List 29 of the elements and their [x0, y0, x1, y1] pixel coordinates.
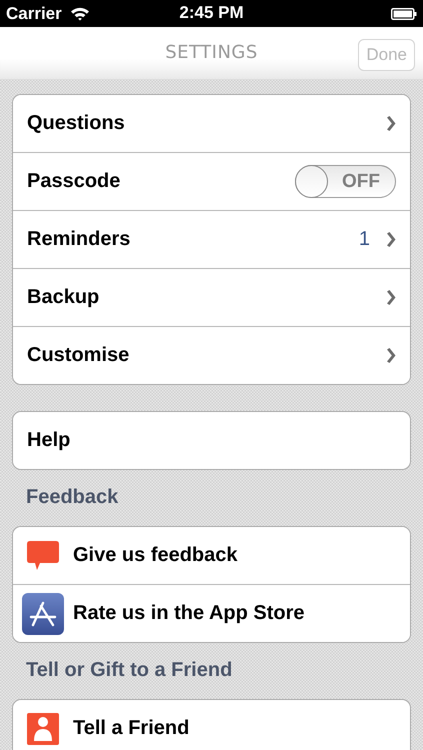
speech-bubble-icon	[27, 540, 59, 570]
chevron-icon	[386, 348, 396, 363]
settings-row[interactable]: Rate us in the App Store	[13, 584, 410, 642]
section-header: Tell or Gift to a Friend	[26, 659, 232, 682]
row-label: Backup	[27, 286, 100, 309]
toggle-switch[interactable]: OFF	[295, 165, 396, 198]
row-label: Tell a Friend	[73, 717, 190, 740]
app-store-icon	[22, 592, 64, 634]
row-value: 1	[358, 228, 370, 251]
settings-row[interactable]: Tell a Friend	[13, 700, 410, 750]
status-time: 2:45 PM	[179, 3, 244, 23]
settings-row[interactable]: Customise	[13, 326, 410, 384]
section-header: Feedback	[26, 486, 118, 509]
person-icon	[27, 712, 59, 744]
battery-icon	[391, 8, 417, 20]
row-label: Reminders	[27, 228, 130, 251]
row-label: Passcode	[27, 170, 120, 193]
chevron-icon	[386, 116, 396, 131]
row-label: Customise	[27, 344, 130, 367]
wifi-icon	[70, 6, 90, 21]
row-label: Help	[27, 429, 70, 452]
row-label: Questions	[27, 112, 125, 135]
row-label: Give us feedback	[73, 544, 238, 567]
chevron-icon	[386, 290, 396, 305]
row-label: Rate us in the App Store	[73, 602, 305, 625]
chevron-icon	[386, 232, 396, 247]
settings-row[interactable]: Help	[13, 412, 410, 469]
screen-title: SETTINGS	[165, 42, 258, 62]
carrier-name: Carrier	[6, 4, 62, 24]
